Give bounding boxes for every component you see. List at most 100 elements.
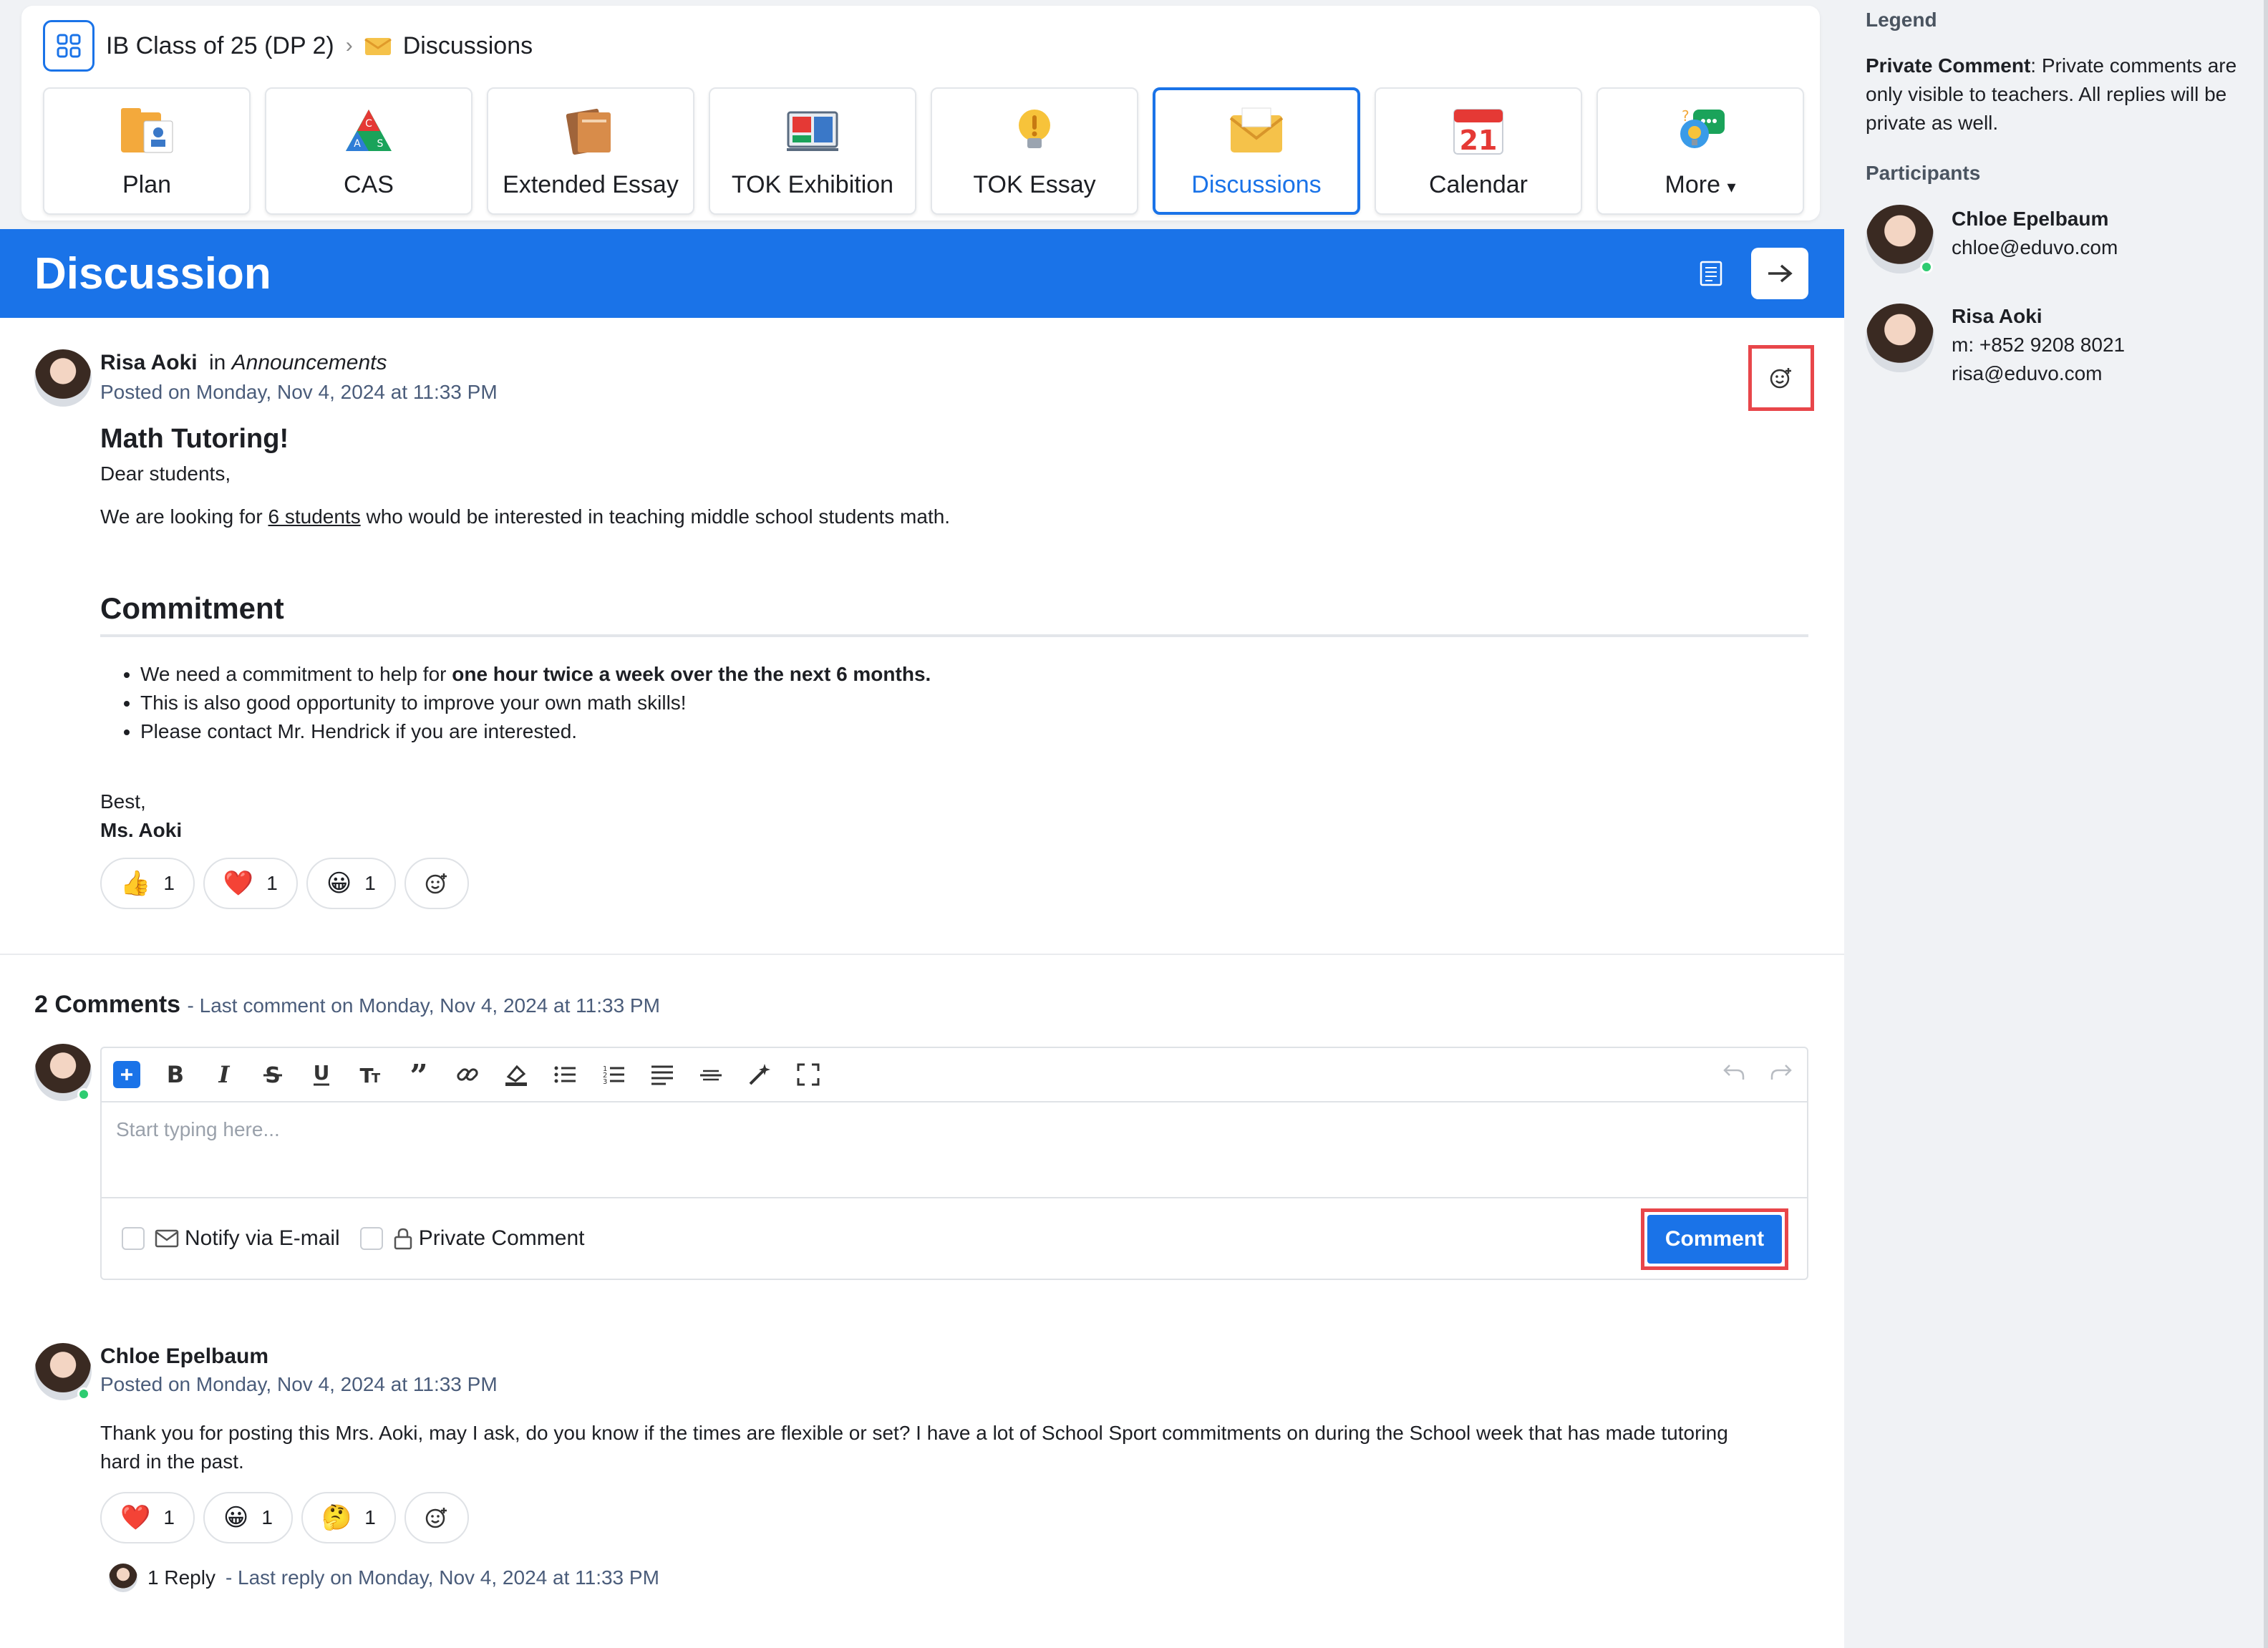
extended-essay-icon [561, 104, 621, 158]
reaction-heart[interactable]: ❤️ 1 [100, 1492, 195, 1543]
tile-extended-essay[interactable]: Extended Essay [487, 87, 694, 215]
comments-heading: 2 Comments - Last comment on Monday, Nov… [34, 991, 660, 1019]
tile-label-more: More ▾ [1665, 171, 1736, 199]
legend-term: Private Comment [1866, 54, 2031, 77]
reaction-count: 1 [364, 1506, 376, 1528]
strikethrough-icon[interactable]: S [259, 1061, 286, 1088]
comment-author[interactable]: Chloe Epelbaum [100, 1344, 268, 1369]
tile-label: Discussions [1191, 170, 1322, 198]
next-button[interactable] [1751, 248, 1808, 299]
comment-button[interactable]: Comment [1647, 1215, 1782, 1264]
lock-icon [394, 1228, 412, 1250]
fullscreen-icon[interactable] [795, 1061, 822, 1088]
participant-name[interactable]: Chloe Epelbaum [1952, 208, 2108, 231]
private-label: Private Comment [418, 1226, 585, 1250]
private-checkbox[interactable] [359, 1227, 383, 1250]
highlight-icon[interactable] [503, 1061, 530, 1088]
reaction-count: 1 [163, 1506, 175, 1528]
private-option[interactable]: Private Comment [393, 1226, 585, 1251]
add-reaction-button[interactable] [404, 1492, 469, 1543]
online-indicator [77, 1387, 90, 1400]
notify-checkbox[interactable] [122, 1227, 145, 1250]
breadcrumb-course[interactable]: IB Class of 25 (DP 2) [106, 32, 334, 60]
post-category[interactable]: Announcements [232, 351, 387, 374]
legend-title: Legend [1866, 9, 1937, 31]
italic-icon[interactable]: I [210, 1061, 238, 1088]
reaction-count: 1 [266, 872, 278, 894]
tile-tok-essay[interactable]: TOK Essay [931, 87, 1138, 215]
svg-text:I: I [218, 1062, 231, 1087]
grin-icon: 😀 [326, 870, 352, 897]
document-icon[interactable] [1697, 259, 1725, 288]
underline-icon[interactable]: U [308, 1061, 335, 1088]
align-icon[interactable] [649, 1061, 676, 1088]
bullet-bold: one hour twice a week over the the next … [452, 663, 931, 685]
link-icon[interactable] [454, 1061, 481, 1088]
reaction-thumbs-up[interactable]: 👍 1 [100, 858, 195, 909]
horizontal-rule-icon[interactable] [697, 1061, 724, 1088]
post-author-line: Risa Aoki in Announcements [100, 351, 387, 375]
quote-icon[interactable]: ” [405, 1061, 432, 1088]
apps-grid-button[interactable] [43, 20, 94, 72]
participants-title: Participants [1866, 162, 1981, 184]
more-icon: ? [1670, 104, 1730, 158]
svg-text:S: S [377, 138, 384, 150]
comment-input[interactable]: Start typing here... [102, 1102, 1807, 1198]
heart-icon: ❤️ [120, 1504, 151, 1531]
comments-count: 2 Comments [34, 991, 181, 1018]
intro-link[interactable]: 6 students [268, 505, 361, 528]
reply-summary[interactable]: 1 Reply - Last reply on Monday, Nov 4, 2… [109, 1564, 659, 1592]
participant-email[interactable]: risa@eduvo.com [1952, 362, 2103, 385]
participant-phone[interactable]: m: +852 9208 8021 [1952, 334, 2125, 357]
reaction-grin[interactable]: 😀 1 [306, 858, 396, 909]
numbered-list-icon[interactable]: 123 [600, 1061, 627, 1088]
magic-wand-icon[interactable] [746, 1061, 773, 1088]
participant-email[interactable]: chloe@eduvo.com [1952, 236, 2118, 259]
list-item: Please contact Mr. Hendrick if you are i… [140, 717, 931, 746]
add-reaction-button-top[interactable] [1748, 345, 1814, 411]
insert-button[interactable] [113, 1061, 140, 1088]
notify-option[interactable]: Notify via E-mail [155, 1226, 340, 1251]
page-title: Discussion [34, 248, 271, 299]
breadcrumb: IB Class of 25 (DP 2) › Discussions [43, 20, 533, 72]
plus-icon [121, 1069, 132, 1080]
divider [0, 954, 1844, 955]
comment-reactions: ❤️ 1 😀 1 🤔 1 [100, 1492, 469, 1543]
text-size-icon[interactable]: TT [357, 1061, 384, 1088]
envelope-icon [364, 38, 392, 55]
history-controls [1722, 1061, 1793, 1082]
tile-plan[interactable]: Plan [43, 87, 251, 215]
tile-label: TOK Essay [973, 170, 1096, 198]
post-author[interactable]: Risa Aoki [100, 351, 198, 374]
scrollbar[interactable] [2264, 0, 2268, 1648]
reaction-grin[interactable]: 😀 1 [203, 1492, 293, 1543]
section-heading: Commitment [100, 591, 1808, 637]
list-item: This is also good opportunity to improve… [140, 689, 931, 717]
svg-text:T: T [372, 1071, 381, 1086]
svg-text:?: ? [1682, 107, 1690, 125]
breadcrumb-separator: › [345, 34, 353, 57]
participant-name[interactable]: Risa Aoki [1952, 305, 2042, 328]
comments-last: - Last comment on Monday, Nov 4, 2024 at… [187, 994, 660, 1017]
redo-icon[interactable] [1770, 1061, 1793, 1082]
bullet-list-icon[interactable] [551, 1061, 578, 1088]
add-reaction-button[interactable] [404, 858, 469, 909]
undo-icon[interactable] [1722, 1061, 1745, 1082]
reaction-heart[interactable]: ❤️ 1 [203, 858, 298, 909]
bold-icon[interactable]: B [162, 1061, 189, 1088]
online-indicator [77, 1088, 90, 1101]
post-timestamp: Posted on Monday, Nov 4, 2024 at 11:33 P… [100, 381, 498, 403]
tile-tok-exhibition[interactable]: TOK Exhibition [709, 87, 916, 215]
discussion-post: Risa Aoki in Announcements Posted on Mon… [0, 318, 1844, 1648]
add-emoji-icon [425, 873, 447, 894]
reply-count[interactable]: 1 Reply [147, 1566, 215, 1589]
tile-label: Plan [122, 170, 172, 198]
course-nav-card: IB Class of 25 (DP 2) › Discussions Plan… [21, 6, 1820, 220]
online-indicator [1920, 261, 1933, 273]
reaction-thinking[interactable]: 🤔 1 [301, 1492, 396, 1543]
cas-icon: CA S [339, 104, 399, 158]
tile-cas[interactable]: CAS CAS [265, 87, 472, 215]
tile-more[interactable]: ? More ▾ [1596, 87, 1804, 215]
tile-calendar[interactable]: 21 Calendar [1375, 87, 1582, 215]
tile-discussions[interactable]: Discussions [1153, 87, 1360, 215]
